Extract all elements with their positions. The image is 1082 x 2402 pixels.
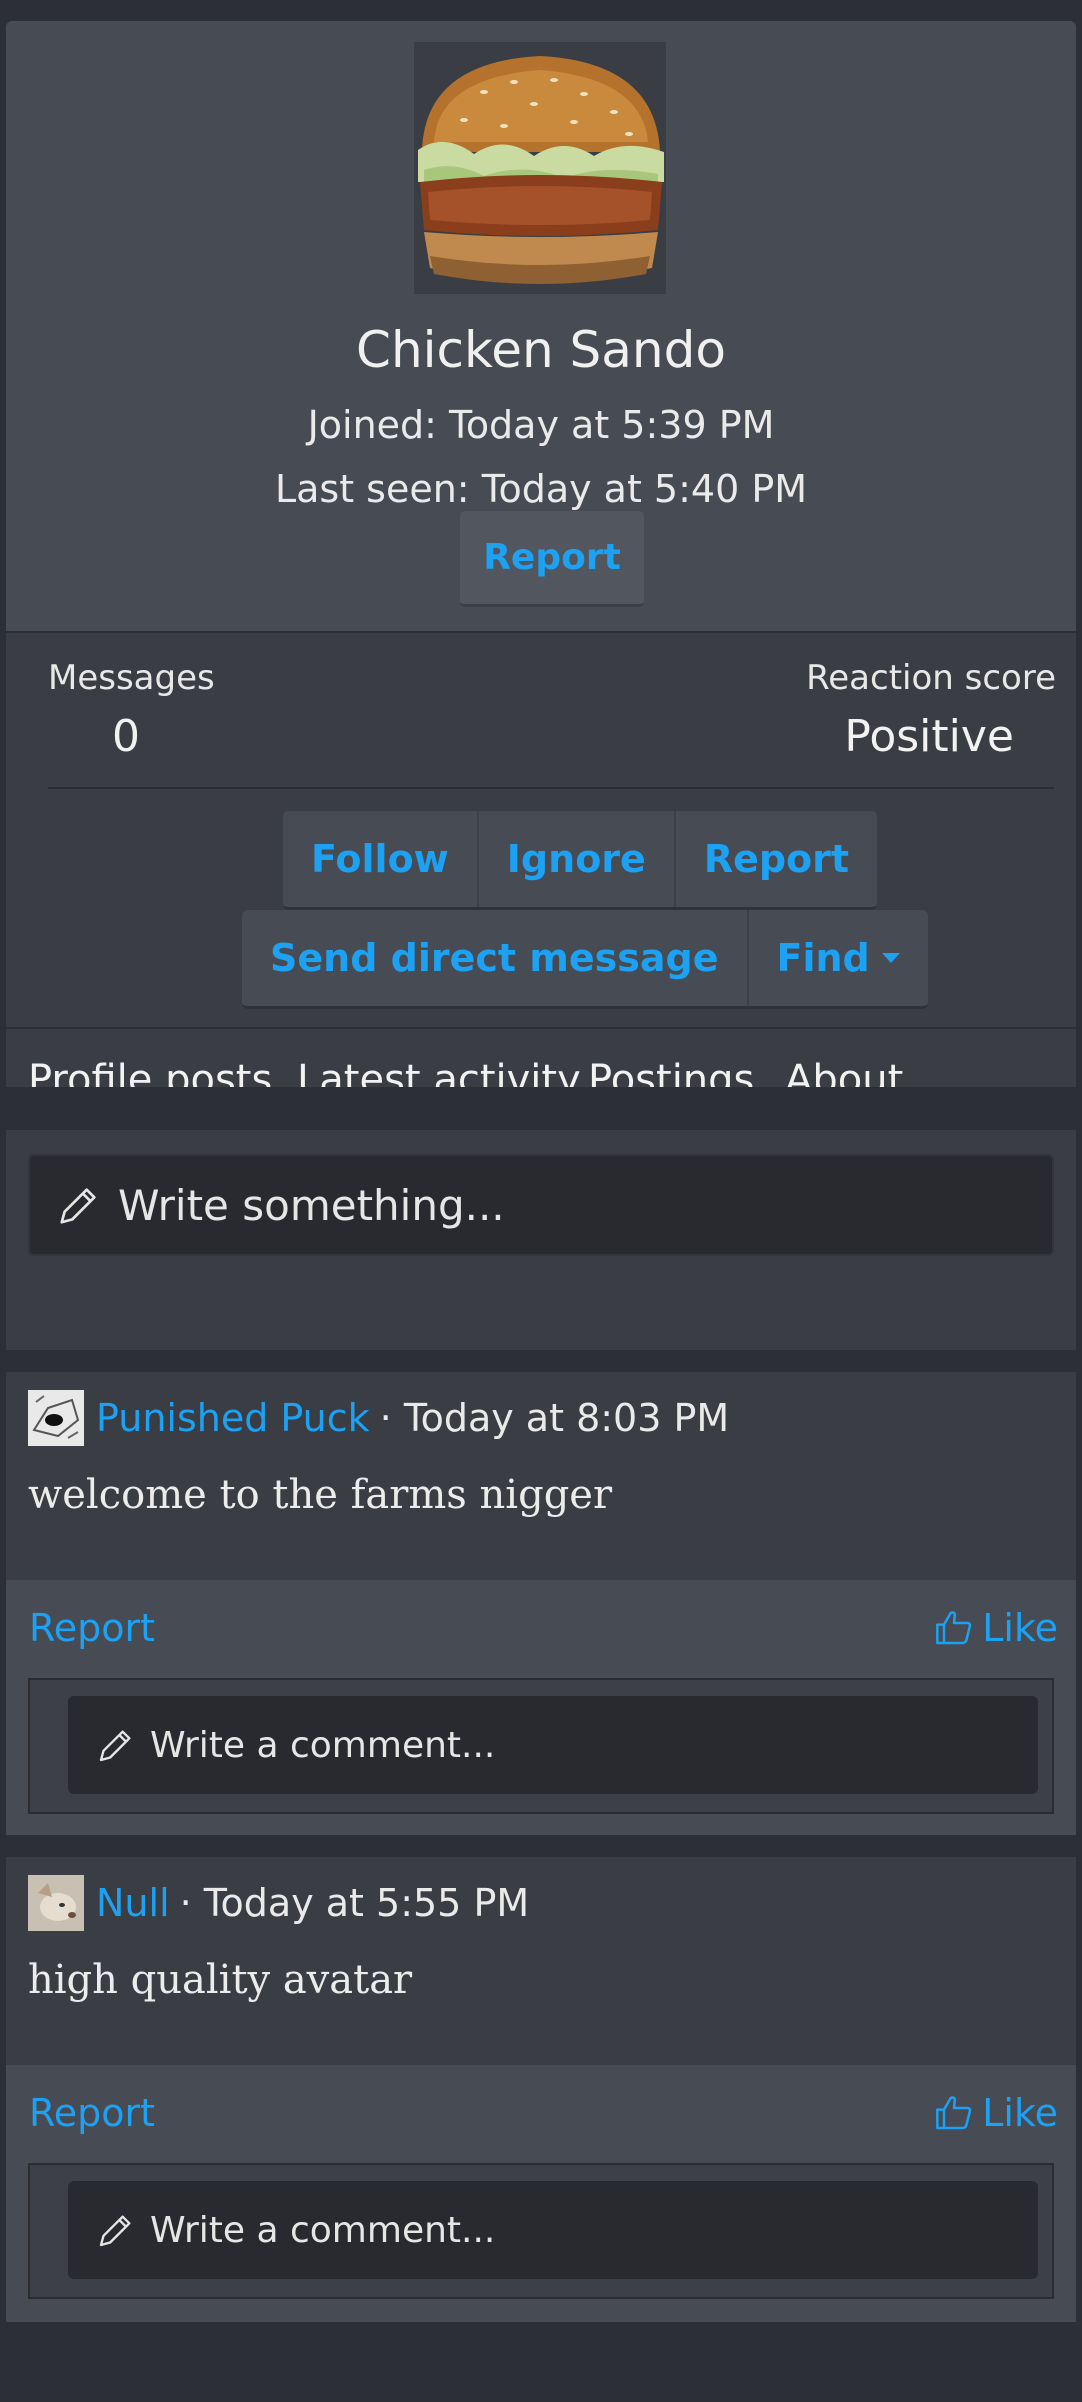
write-something-input[interactable]: Write something... [28, 1154, 1054, 1256]
like-label: Like [982, 1606, 1058, 1650]
profile-post: Null · Today at 5:55 PM high quality ava… [6, 1857, 1076, 2322]
profile-avatar[interactable] [414, 42, 666, 294]
post-timestamp[interactable]: · Today at 8:03 PM [380, 1396, 730, 1440]
messages-count[interactable]: 0 [112, 711, 140, 762]
post-report-link[interactable]: Report [29, 1606, 155, 1650]
tab-postings[interactable]: Postings [588, 1057, 754, 1087]
find-dropdown-button[interactable]: Find [746, 910, 928, 1006]
post-report-link[interactable]: Report [29, 2091, 155, 2135]
pencil-icon [99, 1730, 131, 1762]
post-author-link[interactable]: Null [96, 1881, 170, 1925]
avatar[interactable] [28, 1390, 84, 1446]
ignore-button[interactable]: Ignore [476, 811, 674, 907]
like-button[interactable]: Like [934, 1606, 1058, 1650]
post-footer: Report Like Write a comment... [6, 2065, 1076, 2322]
profile-tabs: Profile posts Latest activity Postings A… [6, 1027, 1076, 1087]
messages-label: Messages [48, 658, 215, 698]
write-comment-placeholder: Write a comment... [150, 1724, 496, 1766]
profile-name: Chicken Sando [356, 321, 726, 379]
thumbs-up-icon [936, 2096, 972, 2130]
write-comment-placeholder: Write a comment... [150, 2209, 496, 2251]
new-profile-post: Write something... [6, 1130, 1076, 1350]
comment-area: Write a comment... [28, 1678, 1054, 1814]
report-button[interactable]: Report [460, 511, 644, 607]
write-comment-input[interactable]: Write a comment... [68, 1696, 1038, 1794]
like-label: Like [982, 2091, 1058, 2135]
post-message: welcome to the farms nigger [28, 1472, 613, 1518]
thumbs-up-icon [936, 1611, 972, 1645]
post-author-link[interactable]: Punished Puck [96, 1396, 370, 1440]
post-header: Null · Today at 5:55 PM [28, 1875, 529, 1931]
puck-avatar-image [28, 1390, 84, 1446]
null-avatar-image [28, 1875, 84, 1931]
pencil-icon [60, 1188, 96, 1224]
pencil-icon [99, 2215, 131, 2247]
follow-button[interactable]: Follow [283, 811, 477, 907]
last-seen: Last seen: Today at 5:40 PM [274, 467, 808, 511]
tab-latest-activity[interactable]: Latest activity [297, 1057, 581, 1087]
post-message: high quality avatar [28, 1957, 413, 2003]
profile-stats: Messages 0 Reaction score Positive Follo… [6, 631, 1076, 1027]
joined-date: Joined: Today at 5:39 PM [307, 403, 775, 447]
post-header: Punished Puck · Today at 8:03 PM [28, 1390, 729, 1446]
find-label: Find [776, 936, 870, 980]
reaction-score-value: Positive [844, 711, 1014, 762]
caret-down-icon [881, 953, 900, 963]
tab-profile-posts[interactable]: Profile posts [28, 1057, 272, 1087]
profile-header: Chicken Sando Joined: Today at 5:39 PM L… [6, 21, 1076, 631]
report-user-button[interactable]: Report [673, 811, 877, 907]
profile-secondary-actions: Send direct message Find [242, 910, 928, 1009]
send-direct-message-button[interactable]: Send direct message [242, 910, 747, 1006]
profile-post: Punished Puck · Today at 8:03 PM welcome… [6, 1372, 1076, 1835]
sandwich-image [414, 42, 666, 294]
profile-action-group: Follow Ignore Report [283, 811, 878, 910]
like-button[interactable]: Like [934, 2091, 1058, 2135]
avatar[interactable] [28, 1875, 84, 1931]
post-timestamp[interactable]: · Today at 5:55 PM [180, 1881, 530, 1925]
write-something-placeholder: Write something... [118, 1180, 505, 1230]
comment-area: Write a comment... [28, 2163, 1054, 2299]
write-comment-input[interactable]: Write a comment... [68, 2181, 1038, 2279]
reaction-score-label: Reaction score [806, 658, 1056, 698]
post-footer: Report Like Write a comment... [6, 1580, 1076, 1835]
tab-about[interactable]: About [785, 1057, 903, 1087]
divider [48, 787, 1054, 789]
